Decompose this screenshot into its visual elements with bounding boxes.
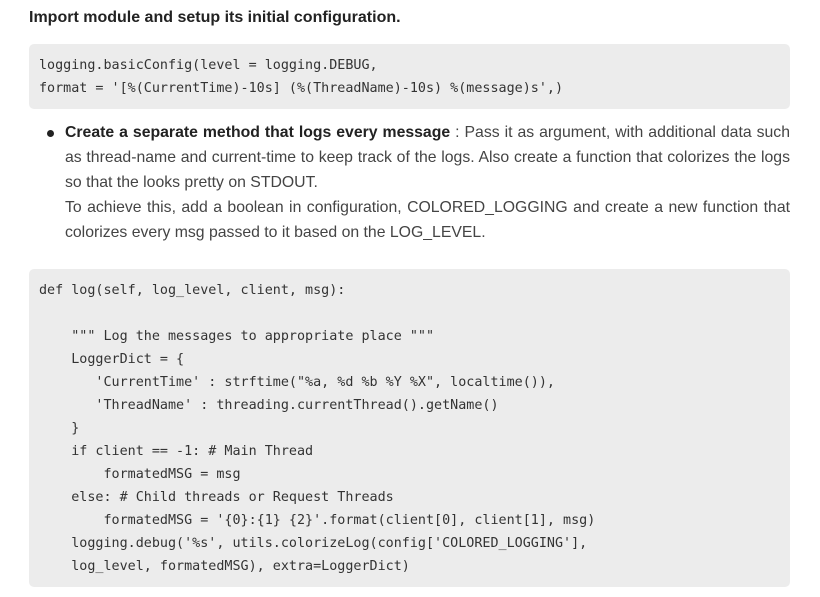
code-line: if client == -1: # Main Thread xyxy=(39,444,314,459)
code-line: format = '[%(CurrentTime)-10s] (%(Thread… xyxy=(39,81,564,96)
code-line: logging.debug('%s', utils.colorizeLog(co… xyxy=(39,536,588,551)
section-heading: Import module and setup its initial conf… xyxy=(29,9,401,26)
bullet-bold-lead: Create a separate method that logs every… xyxy=(65,124,451,141)
code-block-config: logging.basicConfig(level = logging.DEBU… xyxy=(29,44,790,109)
code-line: } xyxy=(39,421,80,436)
code-line: def log(self, log_level, client, msg): xyxy=(39,283,346,298)
code-line: 'ThreadName' : threading.currentThread()… xyxy=(39,398,499,413)
code-line: LoggerDict = { xyxy=(39,352,185,367)
code-line: else: # Child threads or Request Threads xyxy=(39,490,394,505)
code-line: 'CurrentTime' : strftime("%a, %d %b %Y %… xyxy=(39,375,555,390)
code-line: logging.basicConfig(level = logging.DEBU… xyxy=(39,58,378,73)
code-line: """ Log the messages to appropriate plac… xyxy=(39,329,435,344)
code-line: log_level, formatedMSG), extra=LoggerDic… xyxy=(39,559,410,574)
code-line: formatedMSG = msg xyxy=(39,467,241,482)
bullet-description-continued: To achieve this, add a boolean in config… xyxy=(65,199,790,241)
code-line: formatedMSG = '{0}:{1} {2}'.format(clien… xyxy=(39,513,596,528)
bullet-icon xyxy=(47,130,54,137)
code-block-log-function: def log(self, log_level, client, msg): "… xyxy=(29,269,790,587)
bullet-text: Create a separate method that logs every… xyxy=(65,120,790,245)
